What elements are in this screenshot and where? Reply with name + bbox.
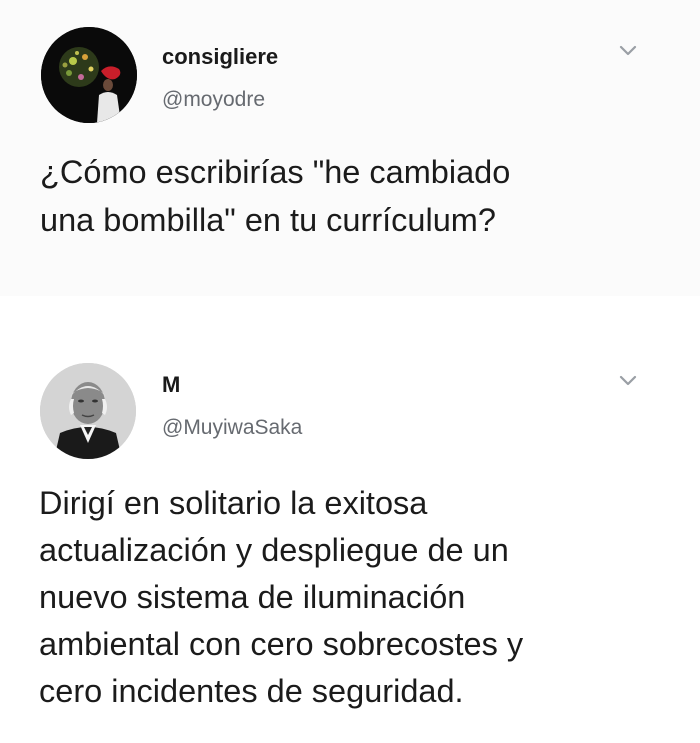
user-handle[interactable]: @moyodre [162,88,265,112]
display-name[interactable]: consigliere [162,44,278,70]
user-avatar-image [40,363,136,459]
chevron-down-icon[interactable] [618,374,638,388]
separator [0,296,700,342]
avatar[interactable] [40,363,136,459]
user-avatar-image [41,27,137,123]
display-name[interactable]: M [162,372,180,398]
tweet-card-1: consigliere @moyodre ¿Cómo escribirías "… [0,0,700,296]
tweet-text: Dirigí en solitario la exitosa actualiza… [39,485,524,709]
user-handle[interactable]: @MuyiwaSaka [162,416,302,440]
chevron-down-icon[interactable] [618,44,638,58]
avatar[interactable] [41,27,137,123]
tweet-card-2: M @MuyiwaSaka Dirigí en solitario la exi… [0,342,700,743]
tweet-text: ¿Cómo escribirías "he cambiado una bombi… [40,154,511,238]
